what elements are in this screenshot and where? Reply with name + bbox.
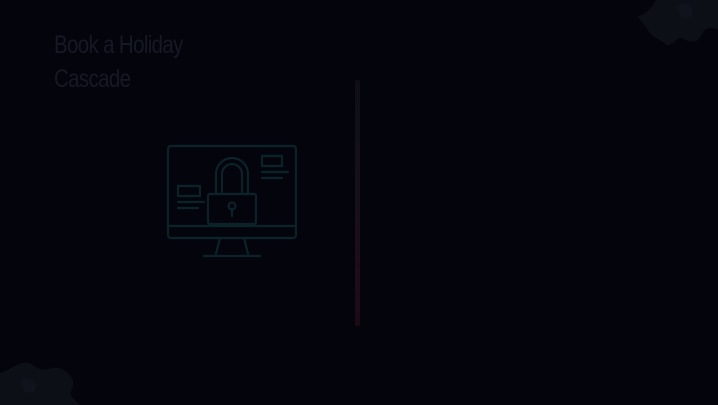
computer-lock-icon <box>164 140 300 266</box>
slide-title-line-2: Cascade <box>54 65 131 93</box>
puzzle-piece-icon <box>0 359 82 405</box>
slide-screen: Book a Holiday Cascade <box>0 0 718 405</box>
slide-title: Book a Holiday Cascade <box>54 28 183 96</box>
vertical-divider <box>355 80 360 326</box>
puzzle-piece-icon <box>638 0 718 46</box>
slide-title-line-1: Book a Holiday <box>54 31 183 59</box>
